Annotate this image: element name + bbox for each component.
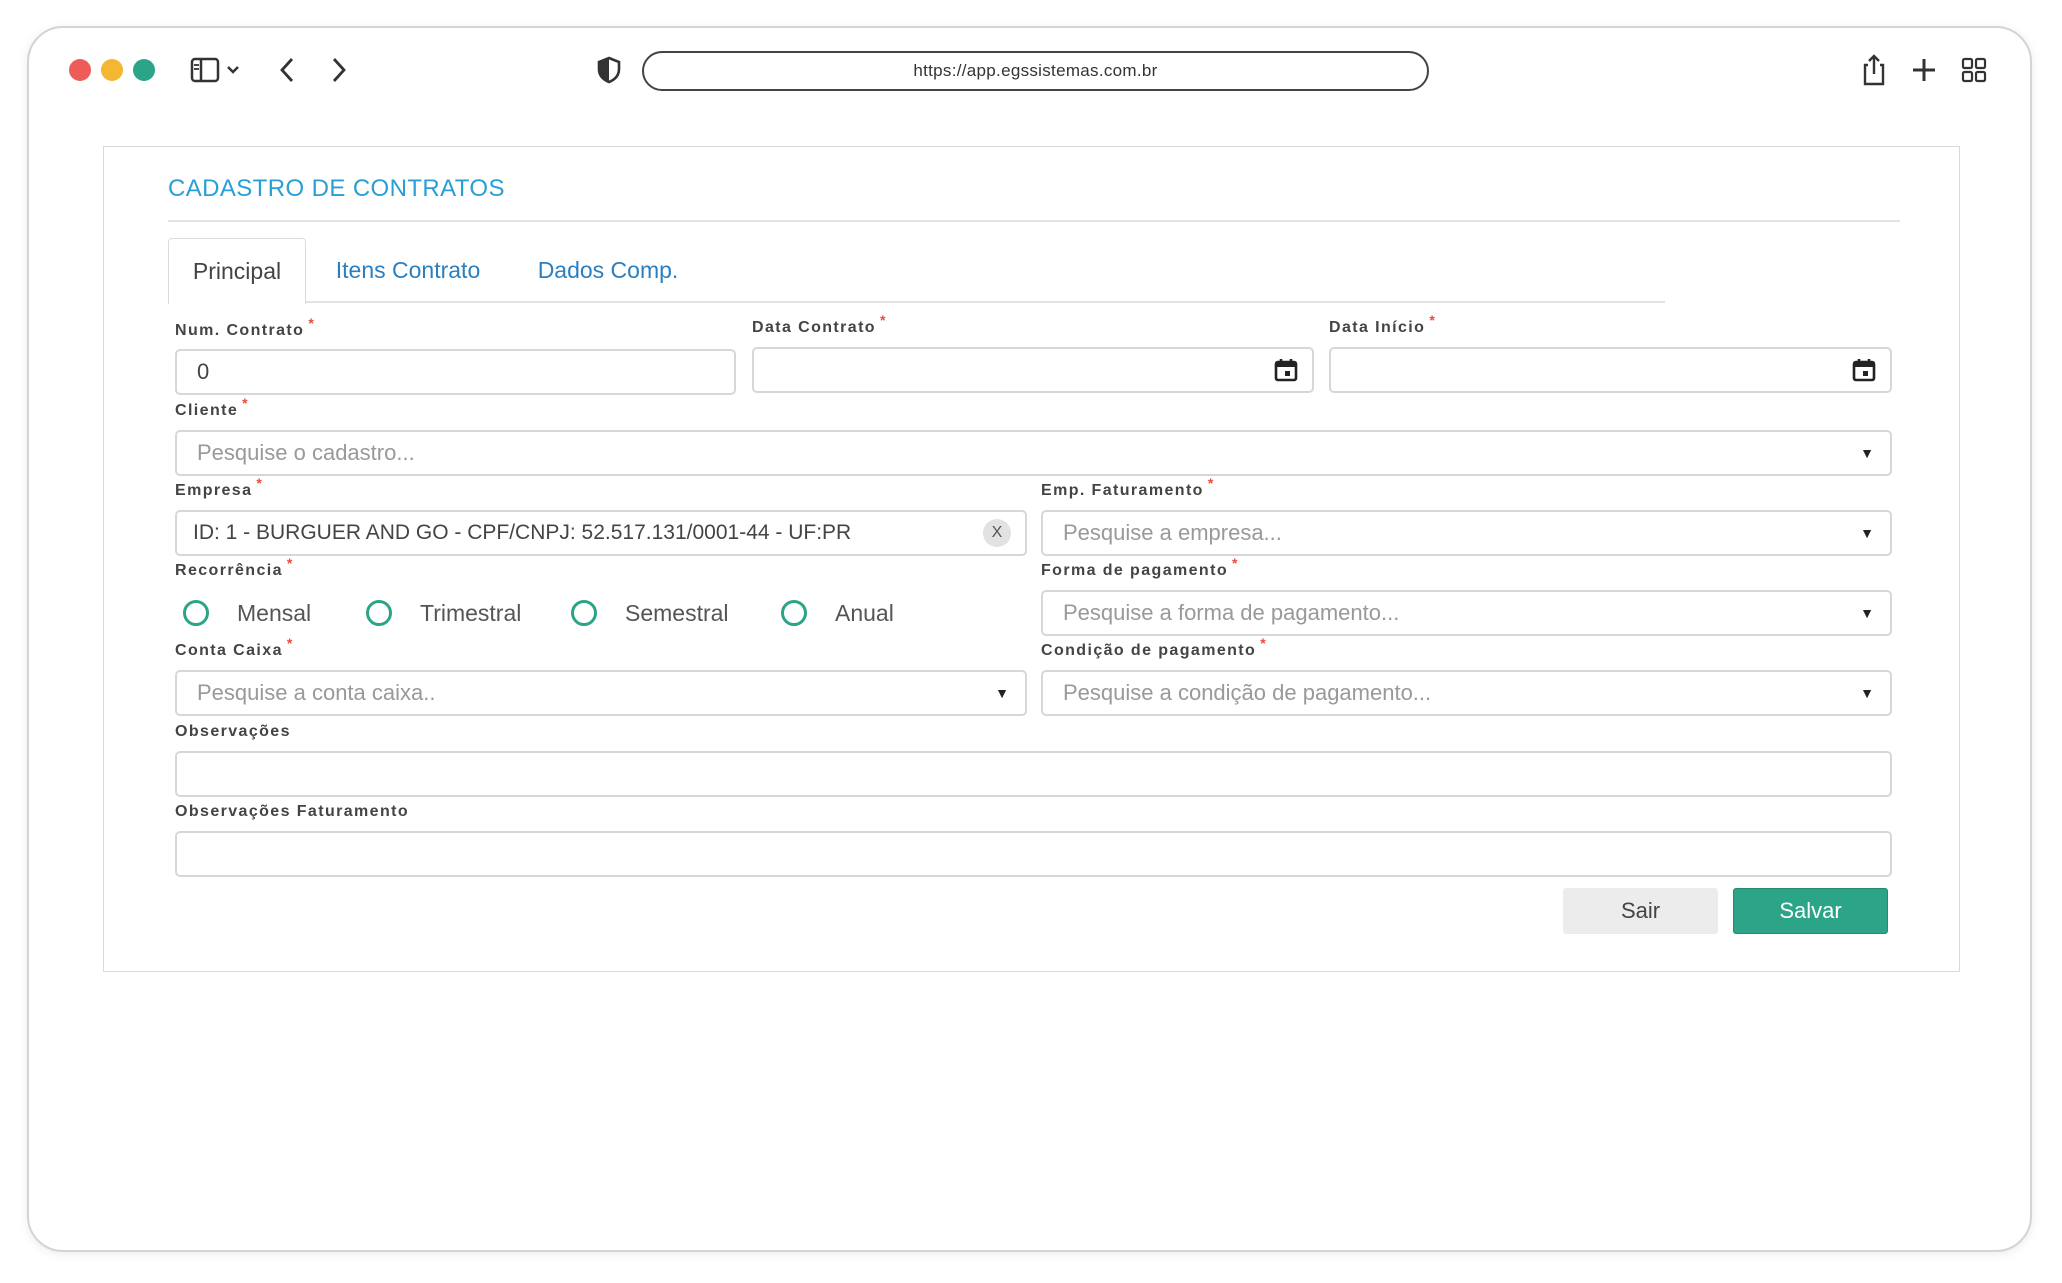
radio-circle[interactable] [183, 600, 209, 626]
address-bar[interactable]: https://app.egssistemas.com.br [642, 51, 1429, 91]
empresa-label: Empresa * [175, 475, 264, 499]
grid-icon [1961, 57, 1987, 83]
tab-itens-contrato[interactable]: Itens Contrato [318, 238, 498, 302]
observacoes-faturamento-label: Observações Faturamento [175, 803, 410, 820]
caret-down-icon: ▼ [1860, 685, 1874, 701]
data-contrato-input[interactable] [752, 347, 1314, 393]
forma-pagamento-select[interactable]: Pesquise a forma de pagamento... ▼ [1041, 590, 1892, 636]
radio-circle[interactable] [571, 600, 597, 626]
plus-icon [1913, 59, 1935, 81]
radio-semestral[interactable]: Semestral [571, 600, 781, 627]
share-button[interactable] [1860, 52, 1888, 88]
title-divider [168, 220, 1900, 222]
chevron-left-icon [280, 58, 294, 82]
zoom-window-button[interactable] [133, 59, 155, 81]
share-icon [1863, 54, 1885, 86]
cliente-label: Cliente * [175, 395, 250, 419]
recorrencia-label: Recorrência * [175, 555, 294, 579]
emp-faturamento-label: Emp. Faturamento * [1041, 475, 1215, 499]
close-icon: X [991, 524, 1003, 541]
tab-dados-comp[interactable]: Dados Comp. [518, 238, 698, 302]
url-text: https://app.egssistemas.com.br [913, 61, 1158, 80]
cliente-select[interactable]: Pesquise o cadastro... ▼ [175, 430, 1892, 476]
page-title: CADASTRO DE CONTRATOS [168, 175, 505, 202]
radio-circle[interactable] [366, 600, 392, 626]
cliente-placeholder: Pesquise o cadastro... [197, 440, 415, 465]
shield-icon [597, 56, 621, 84]
exit-button[interactable]: Sair [1563, 888, 1718, 934]
back-button[interactable] [275, 52, 301, 88]
data-contrato-label: Data Contrato * [752, 312, 887, 336]
sidebar-toggle-button[interactable] [190, 52, 246, 88]
forward-button[interactable] [325, 52, 351, 88]
sidebar-icon [190, 57, 239, 83]
chevron-right-icon [332, 58, 346, 82]
recorrencia-radio-group: Mensal Trimestral Semestral Anual [183, 593, 921, 633]
conta-caixa-label: Conta Caixa * [175, 635, 294, 659]
new-tab-button[interactable] [1910, 52, 1938, 88]
caret-down-icon: ▼ [1860, 605, 1874, 621]
save-button[interactable]: Salvar [1733, 888, 1888, 934]
num-contrato-value: 0 [197, 359, 210, 384]
radio-anual[interactable]: Anual [781, 600, 921, 627]
observacoes-label: Observações [175, 723, 291, 740]
close-window-button[interactable] [69, 59, 91, 81]
condicao-pagamento-select[interactable]: Pesquise a condição de pagamento... ▼ [1041, 670, 1892, 716]
caret-down-icon: ▼ [995, 685, 1009, 701]
data-inicio-input[interactable] [1329, 347, 1892, 393]
radio-trimestral[interactable]: Trimestral [366, 600, 571, 627]
conta-caixa-select[interactable]: Pesquise a conta caixa.. ▼ [175, 670, 1027, 716]
observacoes-input[interactable] [175, 751, 1892, 797]
privacy-shield-button[interactable] [595, 52, 623, 88]
calendar-icon[interactable] [1274, 358, 1298, 382]
emp-faturamento-placeholder: Pesquise a empresa... [1063, 520, 1282, 545]
calendar-icon[interactable] [1852, 358, 1876, 382]
emp-faturamento-select[interactable]: Pesquise a empresa... ▼ [1041, 510, 1892, 556]
minimize-window-button[interactable] [101, 59, 123, 81]
conta-caixa-placeholder: Pesquise a conta caixa.. [197, 680, 436, 705]
tab-overview-button[interactable] [1960, 52, 1988, 88]
caret-down-icon: ▼ [1860, 525, 1874, 541]
num-contrato-label: Num. Contrato * [175, 315, 316, 339]
tab-principal[interactable]: Principal [168, 238, 306, 304]
condicao-pagamento-label: Condição de pagamento * [1041, 635, 1268, 659]
empresa-select[interactable]: ID: 1 - BURGUER AND GO - CPF/CNPJ: 52.51… [175, 510, 1027, 556]
observacoes-faturamento-input[interactable] [175, 831, 1892, 877]
forma-pagamento-placeholder: Pesquise a forma de pagamento... [1063, 600, 1400, 625]
radio-mensal[interactable]: Mensal [183, 600, 366, 627]
condicao-pagamento-placeholder: Pesquise a condição de pagamento... [1063, 680, 1432, 705]
caret-down-icon: ▼ [1860, 445, 1874, 461]
clear-empresa-button[interactable]: X [983, 519, 1011, 547]
empresa-value: ID: 1 - BURGUER AND GO - CPF/CNPJ: 52.51… [193, 521, 852, 544]
forma-pagamento-label: Forma de pagamento * [1041, 555, 1239, 579]
num-contrato-input[interactable]: 0 [175, 349, 736, 395]
data-inicio-label: Data Início * [1329, 312, 1437, 336]
radio-circle[interactable] [781, 600, 807, 626]
